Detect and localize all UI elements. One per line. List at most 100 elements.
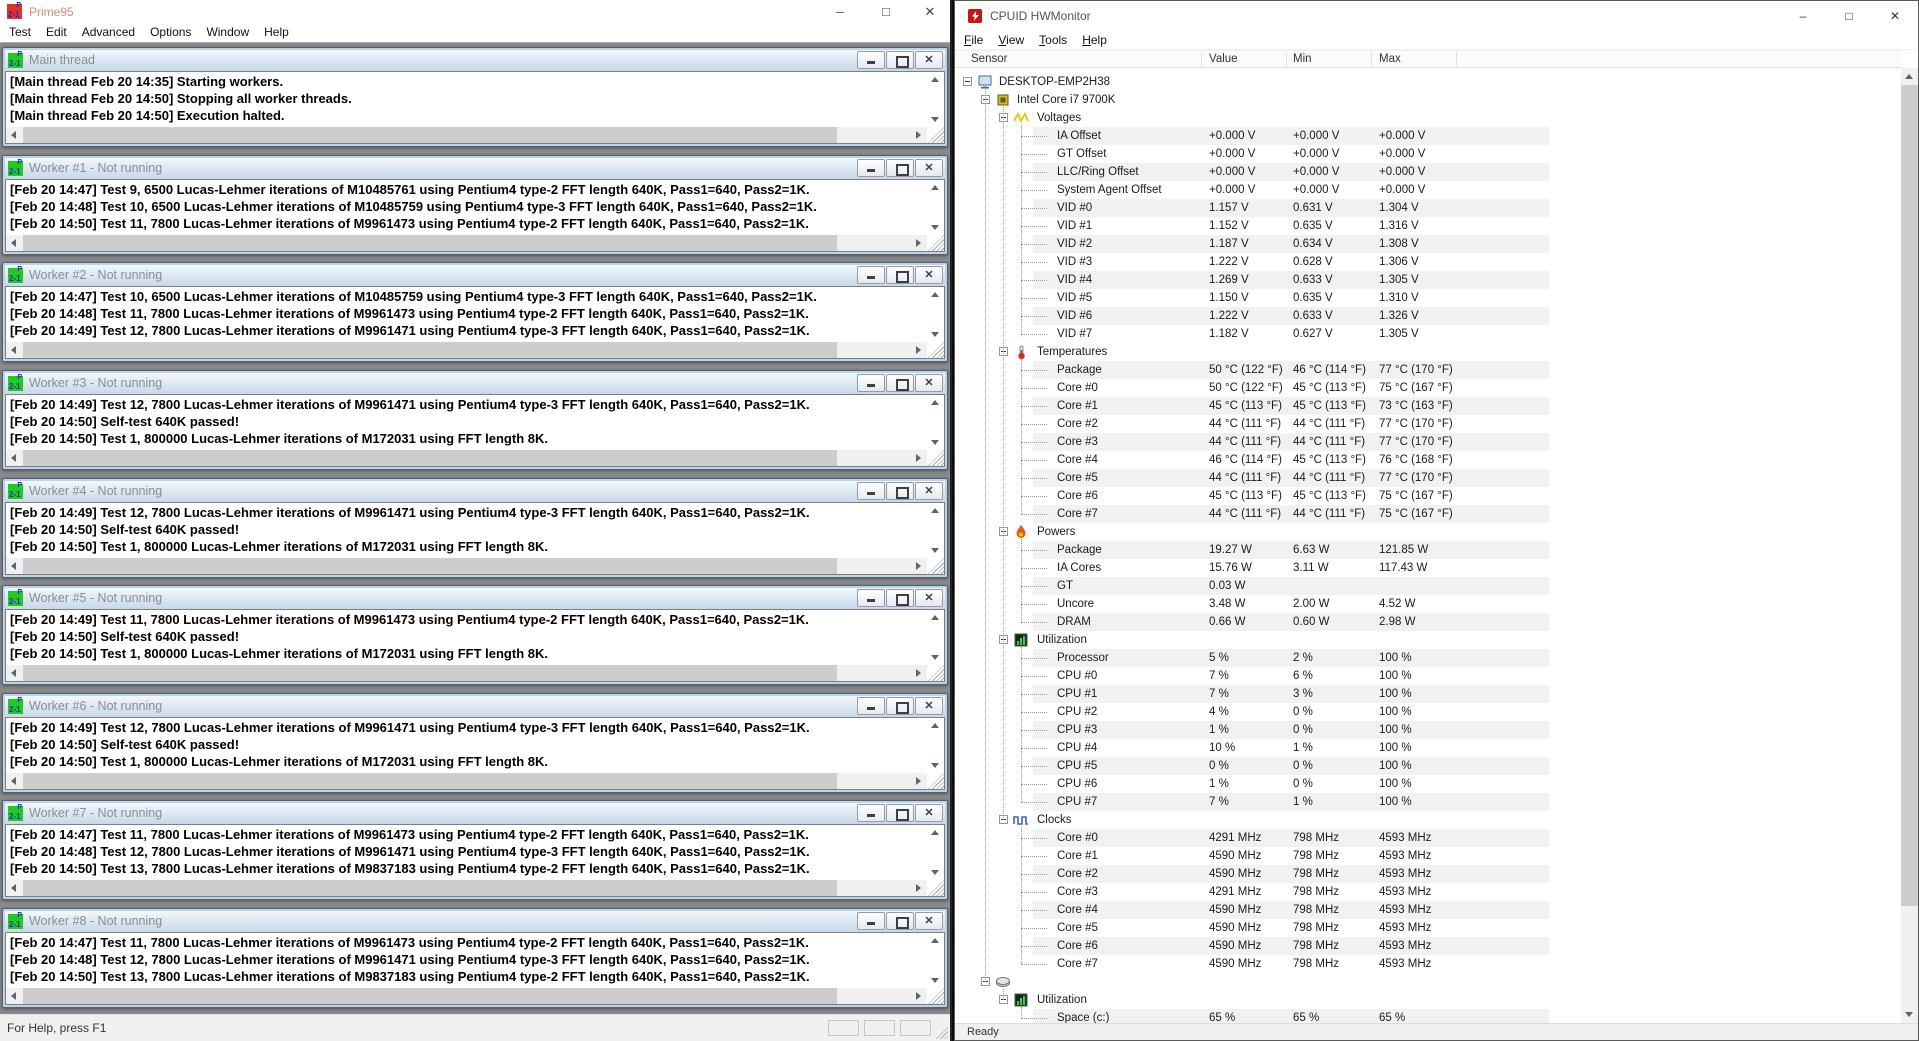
resize-grip[interactable] [928, 450, 944, 466]
restore-icon[interactable] [886, 159, 914, 177]
hwmonitor-menu-help[interactable]: Help [1075, 31, 1115, 50]
scroll-right-icon[interactable] [910, 342, 927, 358]
sensor-row[interactable]: VID #61.222 V0.633 V1.326 V [955, 307, 1901, 325]
scroll-up-icon[interactable] [931, 185, 939, 190]
prime95-titlebar[interactable]: P2-1 Prime95 – □ ✕ [0, 0, 950, 23]
sensor-row[interactable]: CPU #410 %1 %100 % [955, 739, 1901, 757]
worker-horizontal-scrollbar[interactable] [6, 665, 927, 681]
worker-vertical-scrollbar[interactable] [927, 395, 944, 450]
minimize-icon[interactable] [857, 482, 885, 500]
close-icon[interactable] [915, 266, 943, 284]
hwmonitor-titlebar[interactable]: CPUID HWMonitor – □ ✕ [955, 1, 1918, 31]
restore-icon[interactable] [886, 589, 914, 607]
hwmonitor-menu-tools[interactable]: Tools [1032, 31, 1075, 50]
worker-vertical-scrollbar[interactable] [927, 718, 944, 773]
restore-icon[interactable] [886, 804, 914, 822]
close-icon[interactable] [915, 697, 943, 715]
worker-vertical-scrollbar[interactable] [927, 72, 944, 127]
scroll-down-icon[interactable] [931, 870, 939, 875]
scroll-left-icon[interactable] [6, 342, 23, 358]
sensor-row[interactable]: Core #54590 MHz798 MHz4593 MHz [955, 919, 1901, 937]
scroll-up-icon[interactable] [931, 77, 939, 82]
column-separator[interactable] [1371, 52, 1372, 66]
sensor-row[interactable]: Core #050 °C (122 °F)45 °C (113 °F)75 °C… [955, 379, 1901, 397]
restore-icon[interactable] [886, 266, 914, 284]
maximize-icon[interactable]: □ [1826, 1, 1872, 31]
scroll-left-icon[interactable] [6, 665, 23, 681]
scroll-left-icon[interactable] [6, 450, 23, 466]
minimize-icon[interactable] [857, 697, 885, 715]
scrollbar-thumb[interactable] [23, 988, 837, 1004]
sensor-row[interactable]: CPU #31 %0 %100 % [955, 721, 1901, 739]
sensor-row[interactable]: Core #744 °C (111 °F)44 °C (111 °F)75 °C… [955, 505, 1901, 523]
scroll-up-icon[interactable] [931, 723, 939, 728]
resize-grip[interactable] [928, 880, 944, 896]
sensor-row[interactable]: CPU #07 %6 %100 % [955, 667, 1901, 685]
resize-grip[interactable] [928, 558, 944, 574]
worker-vertical-scrollbar[interactable] [927, 825, 944, 880]
close-icon[interactable] [915, 159, 943, 177]
worker-horizontal-scrollbar[interactable] [6, 450, 927, 466]
scroll-right-icon[interactable] [910, 880, 927, 896]
sensor-row[interactable]: CPU #50 %0 %100 % [955, 757, 1901, 775]
scroll-right-icon[interactable] [910, 450, 927, 466]
sensor-row[interactable]: Package19.27 W6.63 W121.85 W [955, 541, 1901, 559]
scroll-down-icon[interactable] [931, 332, 939, 337]
resize-grip[interactable] [928, 235, 944, 251]
minimize-icon[interactable] [857, 589, 885, 607]
worker-horizontal-scrollbar[interactable] [6, 880, 927, 896]
scroll-up-icon[interactable] [931, 400, 939, 405]
scroll-right-icon[interactable] [910, 665, 927, 681]
scroll-up-icon[interactable] [931, 508, 939, 513]
scroll-down-icon[interactable] [931, 655, 939, 660]
column-separator[interactable] [1286, 52, 1287, 66]
minimize-icon[interactable]: – [820, 0, 860, 23]
scrollbar-thumb[interactable] [23, 342, 837, 358]
sensor-row[interactable]: VID #51.150 V0.635 V1.310 V [955, 289, 1901, 307]
sensor-row[interactable]: Core #145 °C (113 °F)45 °C (113 °F)73 °C… [955, 397, 1901, 415]
minimize-icon[interactable] [857, 912, 885, 930]
sensor-row[interactable]: GT Offset+0.000 V+0.000 V+0.000 V [955, 145, 1901, 163]
restore-icon[interactable] [886, 51, 914, 69]
scrollbar-thumb[interactable] [23, 773, 837, 789]
sensor-row[interactable]: Core #34291 MHz798 MHz4593 MHz [955, 883, 1901, 901]
worker-titlebar[interactable]: P2-1Worker #7 - Not running [5, 803, 945, 824]
sensor-group-row[interactable]: Intel Core i7 9700K [955, 91, 1901, 109]
sensor-row[interactable]: Package50 °C (122 °F)46 °C (114 °F)77 °C… [955, 361, 1901, 379]
minimize-icon[interactable] [857, 374, 885, 392]
sensor-row[interactable]: VID #31.222 V0.628 V1.306 V [955, 253, 1901, 271]
close-icon[interactable]: ✕ [1872, 1, 1918, 31]
scroll-right-icon[interactable] [910, 773, 927, 789]
worker-titlebar[interactable]: P2-1Worker #1 - Not running [5, 158, 945, 179]
scroll-left-icon[interactable] [6, 127, 23, 143]
scroll-left-icon[interactable] [6, 773, 23, 789]
hwmonitor-menu-file[interactable]: File [957, 31, 991, 50]
scroll-up-icon[interactable] [931, 830, 939, 835]
worker-vertical-scrollbar[interactable] [927, 610, 944, 665]
column-header-max[interactable]: Max [1379, 53, 1401, 65]
restore-icon[interactable] [886, 697, 914, 715]
sensor-row[interactable]: Core #44590 MHz798 MHz4593 MHz [955, 901, 1901, 919]
scroll-down-icon[interactable] [931, 117, 939, 122]
sensor-group-row[interactable]: Clocks [955, 811, 1901, 829]
worker-vertical-scrollbar[interactable] [927, 180, 944, 235]
scrollbar-thumb[interactable] [23, 558, 837, 574]
scrollbar-thumb[interactable] [1901, 85, 1918, 906]
worker-vertical-scrollbar[interactable] [927, 503, 944, 558]
prime95-menu-window[interactable]: Window [199, 23, 257, 42]
sensor-group-row[interactable]: Voltages [955, 109, 1901, 127]
scroll-down-icon[interactable] [931, 763, 939, 768]
scroll-left-icon[interactable] [6, 880, 23, 896]
resize-grip[interactable] [928, 773, 944, 789]
worker-titlebar[interactable]: P2-1Worker #2 - Not running [5, 265, 945, 286]
close-icon[interactable] [915, 51, 943, 69]
sensor-row[interactable]: Core #244 °C (111 °F)44 °C (111 °F)77 °C… [955, 415, 1901, 433]
sensor-row[interactable]: Core #24590 MHz798 MHz4593 MHz [955, 865, 1901, 883]
minimize-icon[interactable] [857, 159, 885, 177]
scroll-up-icon[interactable] [1905, 74, 1913, 79]
scroll-down-icon[interactable] [931, 225, 939, 230]
column-header-min[interactable]: Min [1293, 53, 1312, 65]
prime95-menu-options[interactable]: Options [143, 23, 199, 42]
restore-icon[interactable] [886, 482, 914, 500]
scrollbar-thumb[interactable] [23, 665, 837, 681]
